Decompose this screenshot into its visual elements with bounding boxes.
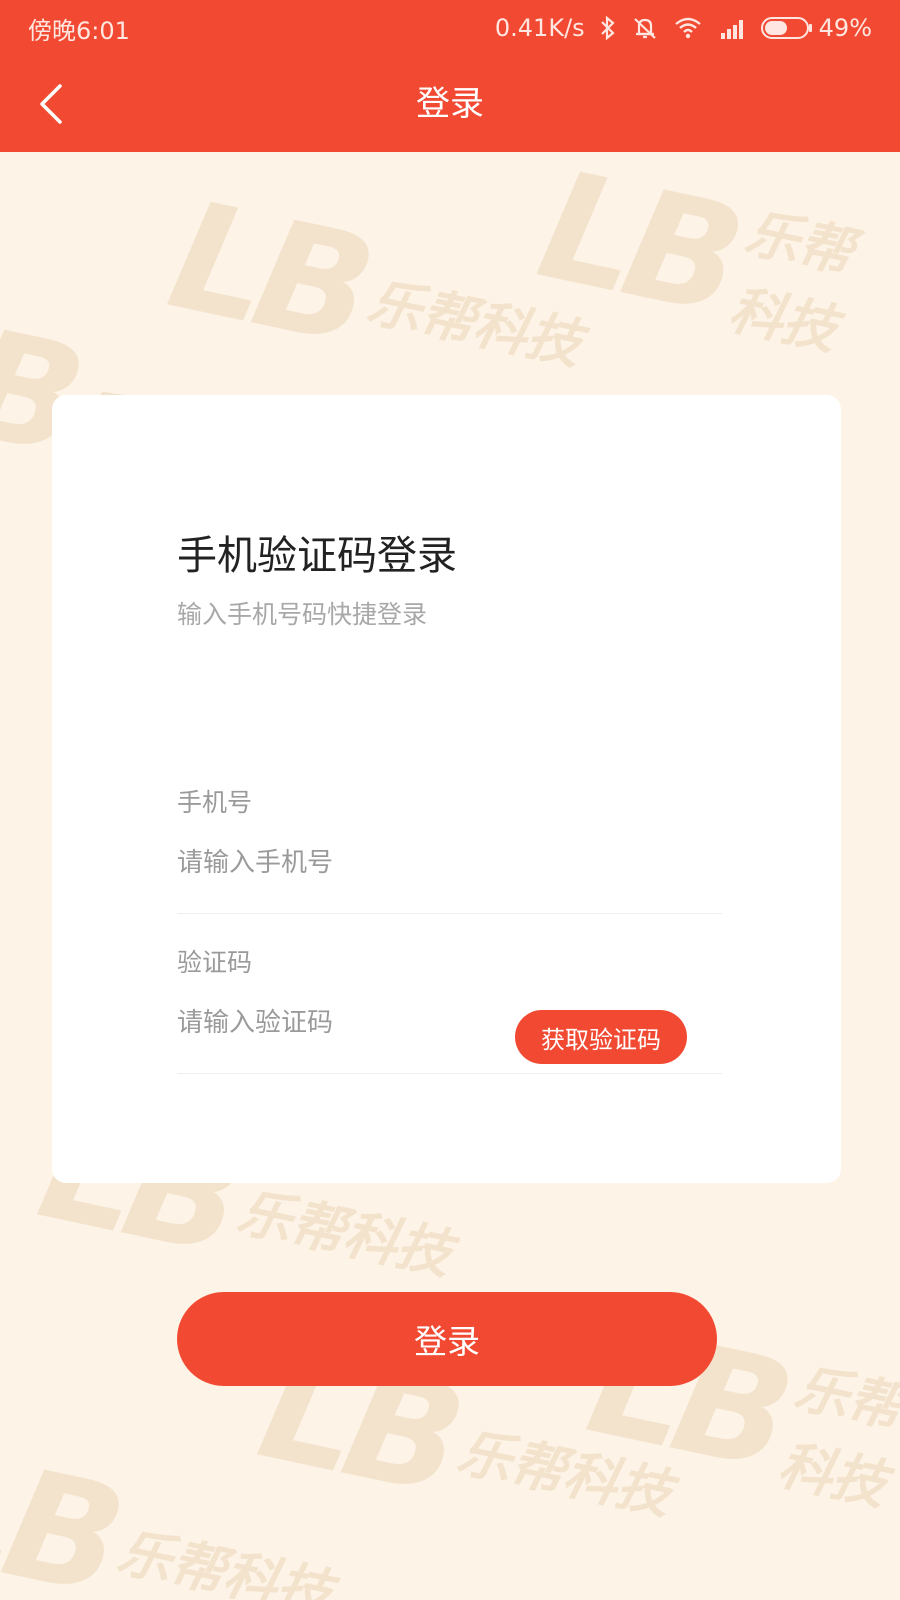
watermark-logo: LB [525, 152, 748, 349]
card-subtitle: 输入手机号码快捷登录 [177, 600, 428, 629]
get-code-button[interactable]: 获取验证码 [515, 1010, 687, 1064]
phone-input[interactable] [177, 840, 597, 886]
code-divider [177, 1073, 722, 1074]
code-input[interactable] [177, 1000, 497, 1046]
watermark-text: 乐帮科技 [723, 200, 859, 362]
watermark-text: 乐帮科技 [112, 1519, 337, 1600]
status-icons: 0.41K/s 49% [495, 14, 872, 42]
watermark-text: 乐帮科技 [773, 1355, 900, 1518]
status-bar: 傍晚6:01 0.41K/s 49% [0, 0, 900, 56]
watermark: LB 乐帮科技 [525, 152, 900, 376]
phone-divider [177, 913, 722, 914]
mute-icon [631, 15, 659, 41]
login-card: 手机验证码登录 输入手机号码快捷登录 手机号 验证码 获取验证码 [52, 395, 841, 1183]
code-label: 验证码 [177, 948, 253, 977]
watermark-text: 乐帮科技 [232, 1179, 457, 1286]
card-title: 手机验证码登录 [177, 533, 457, 579]
watermark-logo: LB [156, 168, 379, 379]
network-speed: 0.41K/s [494, 14, 585, 42]
battery-icon [760, 16, 813, 40]
bluetooth-icon [599, 15, 617, 41]
wifi-icon [673, 15, 703, 41]
page-title: 登录 [416, 84, 484, 124]
watermark-logo: LB [0, 1418, 129, 1600]
status-time: 傍晚6:01 [28, 16, 130, 45]
signal-icon [717, 15, 747, 41]
phone-label: 手机号 [177, 788, 253, 817]
battery-percent: 49% [818, 14, 872, 42]
nav-bar: 登录 [0, 56, 900, 152]
battery: 49% [760, 14, 872, 42]
login-button[interactable]: 登录 [177, 1292, 717, 1386]
